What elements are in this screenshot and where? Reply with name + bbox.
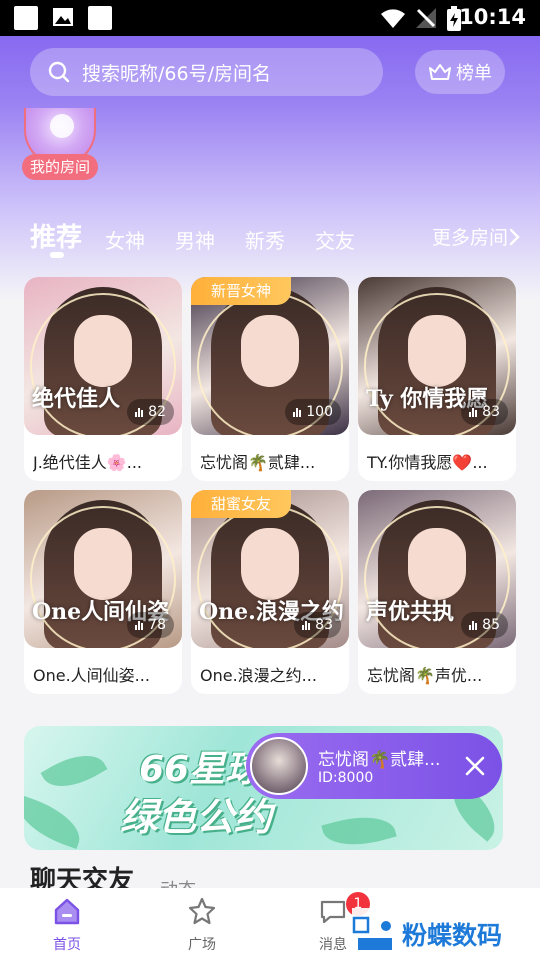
watermark-text: 粉蝶数码 (402, 921, 503, 950)
signal-icon (416, 8, 436, 28)
room-card[interactable]: Ty 你情我愿 83 TY.你情我愿❤️... (358, 277, 516, 481)
clock: 10:14 (459, 5, 526, 29)
listener-count: 78 (127, 612, 174, 638)
listener-count-value: 78 (148, 617, 166, 633)
room-title: TY.你情我愿❤️... (367, 453, 488, 472)
room-card[interactable]: 绝代佳人 82 J.绝代佳人🌸... (24, 277, 182, 481)
listener-count-value: 85 (482, 617, 500, 633)
tab-friends[interactable]: 交友 (315, 225, 355, 254)
search-icon (48, 61, 70, 83)
nav-square[interactable]: 广场 (167, 896, 237, 954)
room-cover-image: Ty 你情我愿 83 (358, 277, 516, 435)
room-title: 忘忧阁🌴声优... (367, 666, 483, 685)
crown-icon (429, 64, 451, 80)
audio-bars-icon (469, 407, 478, 417)
nav-square-label: 广场 (188, 937, 216, 953)
room-title: 忘忧阁🌴贰肆... (200, 453, 316, 472)
chevron-right-icon (509, 228, 520, 245)
leaf-decoration (40, 743, 108, 799)
room-tag-badge: 新晋女神 (191, 277, 292, 305)
wifi-icon (381, 9, 405, 28)
listener-count: 82 (127, 399, 174, 425)
mini-room-avatar (250, 737, 308, 795)
my-room-label: 我的房间 (22, 154, 98, 180)
banner-subtitle: 绿色公约 (120, 795, 273, 839)
mini-room-title: 忘忧阁🌴贰肆... (318, 750, 441, 770)
tab-goddess[interactable]: 女神 (105, 225, 145, 254)
leaf-decoration (321, 807, 397, 850)
audio-bars-icon (293, 407, 302, 417)
rank-label: 榜单 (456, 63, 492, 84)
image-icon (53, 8, 73, 26)
search-input[interactable]: 搜索昵称/66号/房间名 (30, 48, 383, 96)
category-tabs: 推荐 女神 男神 新秀 交友 更多房间 (30, 212, 520, 262)
cover-signature: 绝代佳人 (32, 386, 121, 412)
room-card[interactable]: 100 新晋女神忘忧阁🌴贰肆... (191, 277, 349, 481)
room-cover-image: One人间仙姿 78 (24, 490, 182, 648)
room-card[interactable]: One.浪漫之约 83 甜蜜女友 One.浪漫之约... (191, 490, 349, 694)
more-rooms-label: 更多房间 (431, 227, 508, 249)
listener-count-value: 83 (482, 404, 500, 420)
close-icon[interactable] (464, 755, 486, 777)
cover-signature: 声优共执 (366, 599, 455, 625)
listener-count-value: 83 (315, 617, 333, 633)
status-bar: 10:14 (0, 0, 540, 36)
banner-title: 66星球 (139, 749, 262, 790)
my-room-button[interactable]: 我的房间 (22, 108, 98, 180)
nav-home-label: 首页 (53, 937, 81, 953)
audio-bars-icon (135, 407, 144, 417)
listener-count: 83 (294, 612, 341, 638)
room-title: One.人间仙姿... (33, 666, 150, 685)
listener-count: 85 (461, 612, 508, 638)
room-title: J.绝代佳人🌸... (33, 453, 142, 472)
mini-room-player[interactable]: 忘忧阁🌴贰肆... ID:8000 (246, 733, 502, 799)
listener-count-value: 100 (306, 404, 333, 420)
nav-home[interactable]: 首页 (32, 896, 102, 954)
room-title: One.浪漫之约... (200, 666, 317, 685)
tab-recommend[interactable]: 推荐 (30, 217, 82, 254)
watermark: 粉蝶数码 (352, 908, 540, 960)
listener-count-value: 82 (148, 404, 166, 420)
rank-button[interactable]: 榜单 (415, 50, 505, 94)
room-cover-image: 声优共执 85 (358, 490, 516, 648)
audio-bars-icon (469, 620, 478, 630)
search-placeholder: 搜索昵称/66号/房间名 (82, 62, 271, 85)
tab-newcomer[interactable]: 新秀 (245, 225, 285, 254)
room-card[interactable]: 声优共执 85 忘忧阁🌴声优... (358, 490, 516, 694)
room-cover-image: 绝代佳人 82 (24, 277, 182, 435)
room-card[interactable]: One人间仙姿 78 One.人间仙姿... (24, 490, 182, 694)
notification-icon (88, 6, 112, 30)
mini-room-id: ID:8000 (318, 770, 374, 786)
message-icon (320, 900, 346, 924)
audio-bars-icon (302, 620, 311, 630)
star-icon (188, 897, 216, 925)
watermark-logo-icon (352, 916, 392, 950)
home-icon (54, 898, 80, 925)
listener-count: 83 (461, 399, 508, 425)
tab-god[interactable]: 男神 (175, 225, 215, 254)
notification-icon (14, 6, 38, 30)
audio-bars-icon (135, 620, 144, 630)
listener-count: 100 (285, 399, 341, 425)
tab-indicator (50, 252, 64, 258)
leaf-decoration (24, 794, 88, 850)
more-rooms-link[interactable]: 更多房间 (432, 223, 520, 250)
room-tag-badge: 甜蜜女友 (191, 490, 292, 518)
